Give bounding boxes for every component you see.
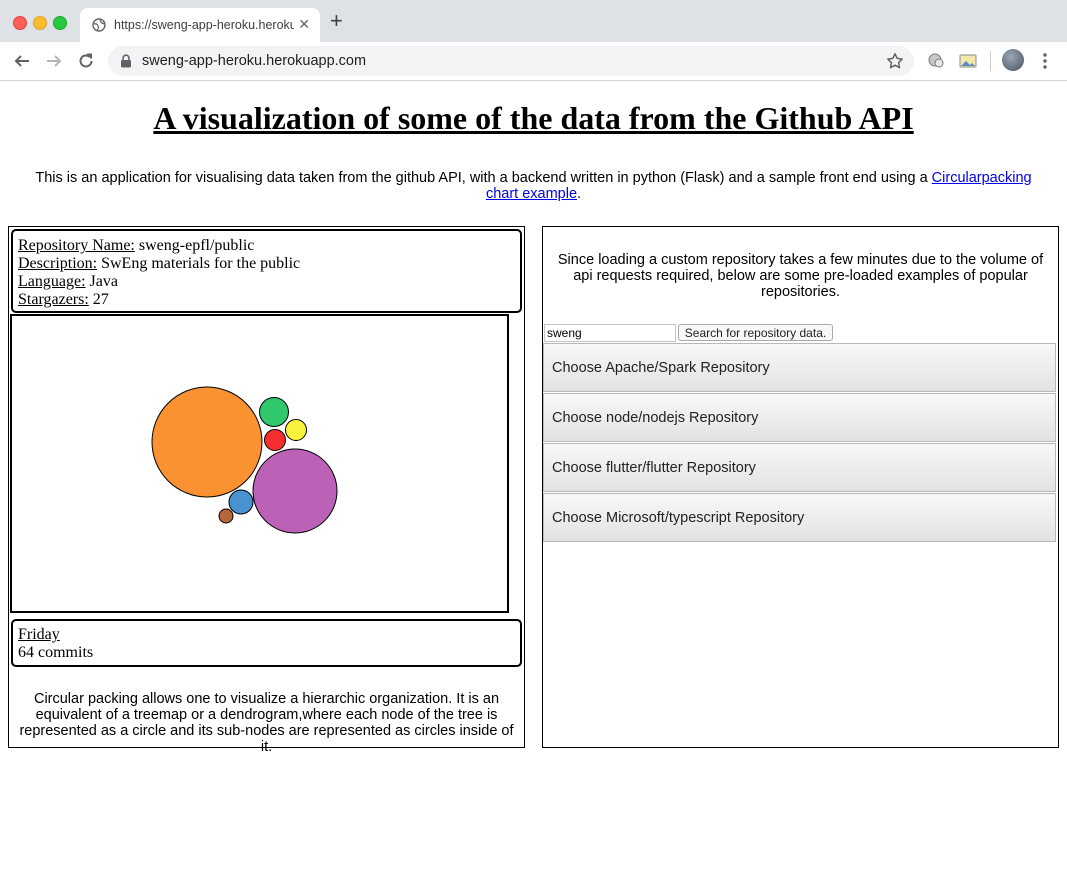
repo-description-row: Description: SwEng materials for the pub… [18,255,300,273]
extension-icon[interactable] [926,51,946,71]
repository-search-input[interactable] [544,324,676,342]
browser-toolbar: sweng-app-heroku.herokuapp.com [0,42,1067,81]
close-tab-icon[interactable]: ✕ [298,16,310,33]
bubble-node-0[interactable] [151,386,263,498]
repo-language-value: Java [85,273,118,290]
forward-icon[interactable] [44,51,64,71]
tooltip-commits: 64 commits [18,644,94,661]
more-menu-icon[interactable] [1040,52,1050,70]
choose-microsoft-typescript-button[interactable]: Choose Microsoft/typescript Repository [543,493,1056,542]
bubble-node-5[interactable] [228,489,254,515]
visualization-panel: Repository Name: sweng-epfl/public Descr… [8,226,525,755]
repository-info-box: Repository Name: sweng-epfl/public Descr… [11,229,522,313]
repo-stargazers-label: Stargazers: [18,291,89,308]
circle-packing-chart [10,314,509,613]
bookmark-star-icon[interactable] [886,52,904,70]
repo-description-value: SwEng materials for the public [97,255,301,272]
repo-language-label: Language: [18,273,86,290]
repo-name-value: sweng-epfl/public [134,237,255,254]
repo-description-label: Description: [18,255,98,272]
maximize-window-icon[interactable] [53,16,67,30]
profile-avatar[interactable] [1002,49,1024,71]
lock-icon[interactable] [120,54,132,68]
toolbar-divider [990,51,991,71]
choose-apache-spark-button[interactable]: Choose Apache/Spark Repository [543,343,1056,392]
repo-language-row: Language: Java [18,273,118,291]
choose-flutter-flutter-button[interactable]: Choose flutter/flutter Repository [543,443,1056,492]
minimize-window-icon[interactable] [33,16,47,30]
tooltip-day: Friday [18,626,60,643]
globe-icon [92,18,106,32]
commit-tooltip-box: Friday 64 commits [11,619,522,667]
reload-icon[interactable] [76,51,96,71]
repo-stargazers-row: Stargazers: 27 [18,291,109,309]
bubble-node-6[interactable] [218,508,234,524]
repository-selection-panel: Since loading a custom repository takes … [542,226,1059,748]
url-text: sweng-app-heroku.herokuapp.com [142,53,367,69]
tab-title: https://sweng-app-heroku.herokuapp.com [114,18,294,32]
browser-tab[interactable]: https://sweng-app-heroku.herokuapp.com ✕ [80,8,320,42]
chart-description: Circular packing allows one to visualize… [19,691,514,755]
repo-name-label: Repository Name: [18,237,135,254]
close-window-icon[interactable] [13,16,27,30]
search-repository-button[interactable]: Search for repository data. [678,324,833,341]
back-icon[interactable] [12,51,32,71]
choose-node-nodejs-button[interactable]: Choose node/nodejs Repository [543,393,1056,442]
new-tab-icon[interactable]: + [330,10,343,32]
chart-svg [151,386,338,534]
repo-name-row: Repository Name: sweng-epfl/public [18,237,254,255]
bubble-node-1[interactable] [252,448,338,534]
image-extension-icon[interactable] [958,51,978,71]
browser-tab-bar: https://sweng-app-heroku.herokuapp.com ✕… [0,0,1067,42]
intro-paragraph: This is an application for visualising d… [30,170,1037,202]
intro-text: This is an application for visualising d… [35,170,932,186]
intro-end: . [577,186,582,202]
repo-stargazers-value: 27 [88,291,109,308]
loading-notice: Since loading a custom repository takes … [557,252,1044,300]
bubble-node-3[interactable] [285,419,307,441]
address-bar[interactable]: sweng-app-heroku.herokuapp.com [108,46,914,76]
bubble-node-4[interactable] [264,429,286,451]
bubble-node-2[interactable] [259,397,289,427]
page-title: A visualization of some of the data from… [153,100,914,136]
